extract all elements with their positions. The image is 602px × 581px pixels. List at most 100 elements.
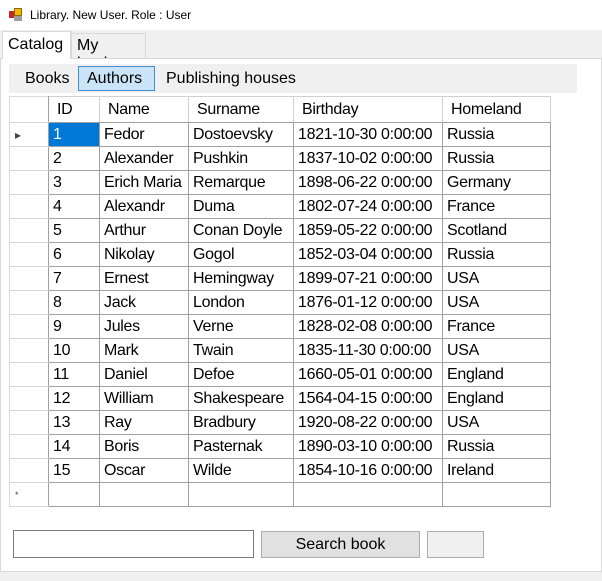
cell-id[interactable]: 6 — [48, 242, 100, 267]
cell-birthday[interactable]: 1854-10-16 0:00:00 — [293, 458, 443, 483]
table-row[interactable]: 15 Oscar Wilde 1854-10-16 0:00:00 Ireland — [9, 458, 551, 483]
cell-id[interactable]: 7 — [48, 266, 100, 291]
cell-homeland[interactable]: USA — [442, 410, 551, 435]
cell-id[interactable]: 2 — [48, 146, 100, 171]
cell-id[interactable]: 3 — [48, 170, 100, 195]
row-header[interactable] — [9, 314, 49, 339]
row-header[interactable] — [9, 410, 49, 435]
cell-homeland[interactable]: Russia — [442, 242, 551, 267]
search-book-button[interactable]: Search book — [261, 531, 420, 558]
cell-surname[interactable]: Pushkin — [188, 146, 294, 171]
cell-homeland[interactable]: France — [442, 314, 551, 339]
cell-id[interactable]: 12 — [48, 386, 100, 411]
table-row[interactable]: 2 Alexander Pushkin 1837-10-02 0:00:00 Russi… — [9, 146, 551, 171]
cell-birthday[interactable]: 1876-01-12 0:00:00 — [293, 290, 443, 315]
cell-surname[interactable]: Gogol — [188, 242, 294, 267]
subtab-books[interactable]: Books — [16, 66, 78, 91]
cell-birthday[interactable]: 1852-03-04 0:00:00 — [293, 242, 443, 267]
cell-name[interactable]: Mark — [99, 338, 189, 363]
cell-homeland[interactable]: Russia — [442, 434, 551, 459]
cell-name[interactable]: Erich Maria — [99, 170, 189, 195]
cell-name[interactable]: Alexander — [99, 146, 189, 171]
cell-id[interactable]: 4 — [48, 194, 100, 219]
cell-name[interactable]: Arthur — [99, 218, 189, 243]
row-header[interactable] — [9, 266, 49, 291]
cell-homeland[interactable]: Ireland — [442, 458, 551, 483]
cell-name[interactable]: Jack — [99, 290, 189, 315]
table-row[interactable]: 10 Mark Twain 1835-11-30 0:00:00 USA — [9, 338, 551, 363]
cell-homeland[interactable]: England — [442, 362, 551, 387]
cell-homeland[interactable]: Russia — [442, 146, 551, 171]
search-input[interactable] — [13, 530, 254, 558]
cell-homeland[interactable]: Russia — [442, 122, 551, 147]
cell-id[interactable]: 8 — [48, 290, 100, 315]
cell-name[interactable]: Ray — [99, 410, 189, 435]
cell-surname[interactable]: Twain — [188, 338, 294, 363]
table-row[interactable]: 13 Ray Bradbury 1920-08-22 0:00:00 USA — [9, 410, 551, 435]
cell-name[interactable]: Fedor — [99, 122, 189, 147]
cell-surname[interactable]: Hemingway — [188, 266, 294, 291]
new-row-cell[interactable] — [99, 482, 189, 507]
cell-birthday[interactable]: 1802-07-24 0:00:00 — [293, 194, 443, 219]
cell-homeland[interactable]: Scotland — [442, 218, 551, 243]
cell-name[interactable]: Ernest — [99, 266, 189, 291]
cell-surname[interactable]: Bradbury — [188, 410, 294, 435]
column-header-name[interactable]: Name — [99, 96, 189, 123]
new-row-cell[interactable] — [188, 482, 294, 507]
cell-id[interactable]: 15 — [48, 458, 100, 483]
table-row[interactable]: 7 Ernest Hemingway 1899-07-21 0:00:00 USA — [9, 266, 551, 291]
cell-name[interactable]: Nikolay — [99, 242, 189, 267]
row-header[interactable] — [9, 458, 49, 483]
new-row-cell[interactable] — [442, 482, 551, 507]
cell-birthday[interactable]: 1920-08-22 0:00:00 — [293, 410, 443, 435]
row-header[interactable] — [9, 290, 49, 315]
cell-homeland[interactable]: USA — [442, 338, 551, 363]
cell-birthday[interactable]: 1898-06-22 0:00:00 — [293, 170, 443, 195]
cell-name[interactable]: Oscar — [99, 458, 189, 483]
row-header[interactable]: ▸ — [9, 122, 49, 147]
cell-homeland[interactable]: Germany — [442, 170, 551, 195]
cell-surname[interactable]: London — [188, 290, 294, 315]
cell-birthday[interactable]: 1564-04-15 0:00:00 — [293, 386, 443, 411]
cell-birthday[interactable]: 1859-05-22 0:00:00 — [293, 218, 443, 243]
cell-name[interactable]: Jules — [99, 314, 189, 339]
cell-birthday[interactable]: 1821-10-30 0:00:00 — [293, 122, 443, 147]
cell-id[interactable]: 14 — [48, 434, 100, 459]
subtab-authors[interactable]: Authors — [78, 66, 155, 91]
new-row-cell[interactable] — [293, 482, 443, 507]
cell-surname[interactable]: Defoe — [188, 362, 294, 387]
table-row[interactable]: 8 Jack London 1876-01-12 0:00:00 USA — [9, 290, 551, 315]
cell-birthday[interactable]: 1835-11-30 0:00:00 — [293, 338, 443, 363]
cell-id[interactable]: 13 — [48, 410, 100, 435]
row-header[interactable] — [9, 434, 49, 459]
row-header[interactable] — [9, 146, 49, 171]
row-header[interactable] — [9, 194, 49, 219]
cell-id[interactable]: 10 — [48, 338, 100, 363]
table-row[interactable]: 5 Arthur Conan Doyle 1859-05-22 0:00:00 Scot… — [9, 218, 551, 243]
new-row-cell[interactable] — [48, 482, 100, 507]
cell-surname[interactable]: Remarque — [188, 170, 294, 195]
column-header-homeland[interactable]: Homeland — [442, 96, 551, 123]
table-row[interactable]: 4 Alexandr Duma 1802-07-24 0:00:00 France — [9, 194, 551, 219]
cell-birthday[interactable]: 1660-05-01 0:00:00 — [293, 362, 443, 387]
cell-id[interactable]: 5 — [48, 218, 100, 243]
column-header-birthday[interactable]: Birthday — [293, 96, 443, 123]
cell-id[interactable]: 1 — [48, 122, 100, 147]
table-row[interactable]: 3 Erich Maria Remarque 1898-06-22 0:00:00 Ge… — [9, 170, 551, 195]
cell-surname[interactable]: Duma — [188, 194, 294, 219]
row-header[interactable] — [9, 218, 49, 243]
cell-name[interactable]: William — [99, 386, 189, 411]
cell-homeland[interactable]: USA — [442, 266, 551, 291]
cell-surname[interactable]: Conan Doyle — [188, 218, 294, 243]
row-header[interactable] — [9, 386, 49, 411]
cell-surname[interactable]: Wilde — [188, 458, 294, 483]
cell-birthday[interactable]: 1899-07-21 0:00:00 — [293, 266, 443, 291]
subtab-publishing-houses[interactable]: Publishing houses — [157, 66, 305, 91]
column-header-surname[interactable]: Surname — [188, 96, 294, 123]
row-header[interactable] — [9, 362, 49, 387]
cell-birthday[interactable]: 1890-03-10 0:00:00 — [293, 434, 443, 459]
table-row[interactable]: 14 Boris Pasternak 1890-03-10 0:00:00 Russia — [9, 434, 551, 459]
cell-homeland[interactable]: USA — [442, 290, 551, 315]
cell-surname[interactable]: Dostoevsky — [188, 122, 294, 147]
column-header-id[interactable]: ID — [48, 96, 100, 123]
